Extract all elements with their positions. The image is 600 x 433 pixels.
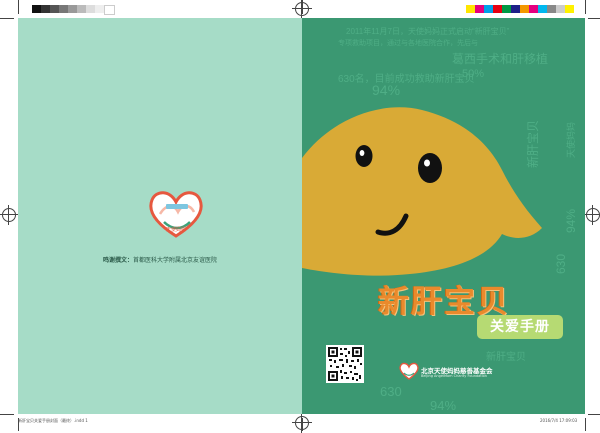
crop-mark	[585, 0, 586, 14]
back-cover: 天使妈妈 鸣谢撰文：首都医科大学附属北京友谊医院	[18, 18, 302, 414]
registration-mark	[583, 205, 600, 225]
print-footer-file: 新肝宝贝关爱手册封面（最终）.indd 1	[18, 418, 88, 423]
print-sheet: 天使妈妈 鸣谢撰文：首都医科大学附属北京友谊医院 2011年11月7日，天使妈妈…	[0, 0, 600, 433]
book-subtitle: 关爱手册	[490, 319, 550, 335]
crop-mark	[588, 414, 600, 415]
mascot-right-eye	[418, 153, 442, 183]
crop-mark	[585, 418, 586, 431]
qr-code-icon	[326, 345, 364, 383]
print-footer-date: 2016/7/4 17:09:03	[540, 418, 578, 423]
registration-mark	[292, 0, 312, 19]
registration-mark	[292, 413, 312, 433]
crop-mark	[0, 18, 14, 19]
grayscale-bar	[32, 5, 115, 15]
front-cover: 2011年11月7日，天使妈妈正式启动“新肝宝贝” 专项救助项目，通过与各地医院…	[302, 18, 585, 414]
thanks-label: 鸣谢撰文：	[102, 257, 133, 264]
foundation-name-en: Beijing AngelMom Charity Foundation	[421, 374, 487, 378]
mascot-left-eye	[355, 145, 373, 167]
heart-logo-icon: 天使妈妈	[149, 191, 203, 238]
heart-logo-icon	[399, 362, 419, 380]
thanks-line: 鸣谢撰文：首都医科大学附属北京友谊医院	[18, 255, 302, 264]
crop-mark	[18, 0, 19, 14]
thanks-org: 首都医科大学附属北京友谊医院	[133, 257, 218, 264]
subtitle-badge: 关爱手册	[477, 315, 563, 339]
color-bar	[466, 5, 574, 13]
logo-text: 天使妈妈	[166, 226, 186, 233]
registration-mark	[0, 205, 19, 225]
crop-mark	[588, 18, 600, 19]
crop-mark	[0, 414, 14, 415]
